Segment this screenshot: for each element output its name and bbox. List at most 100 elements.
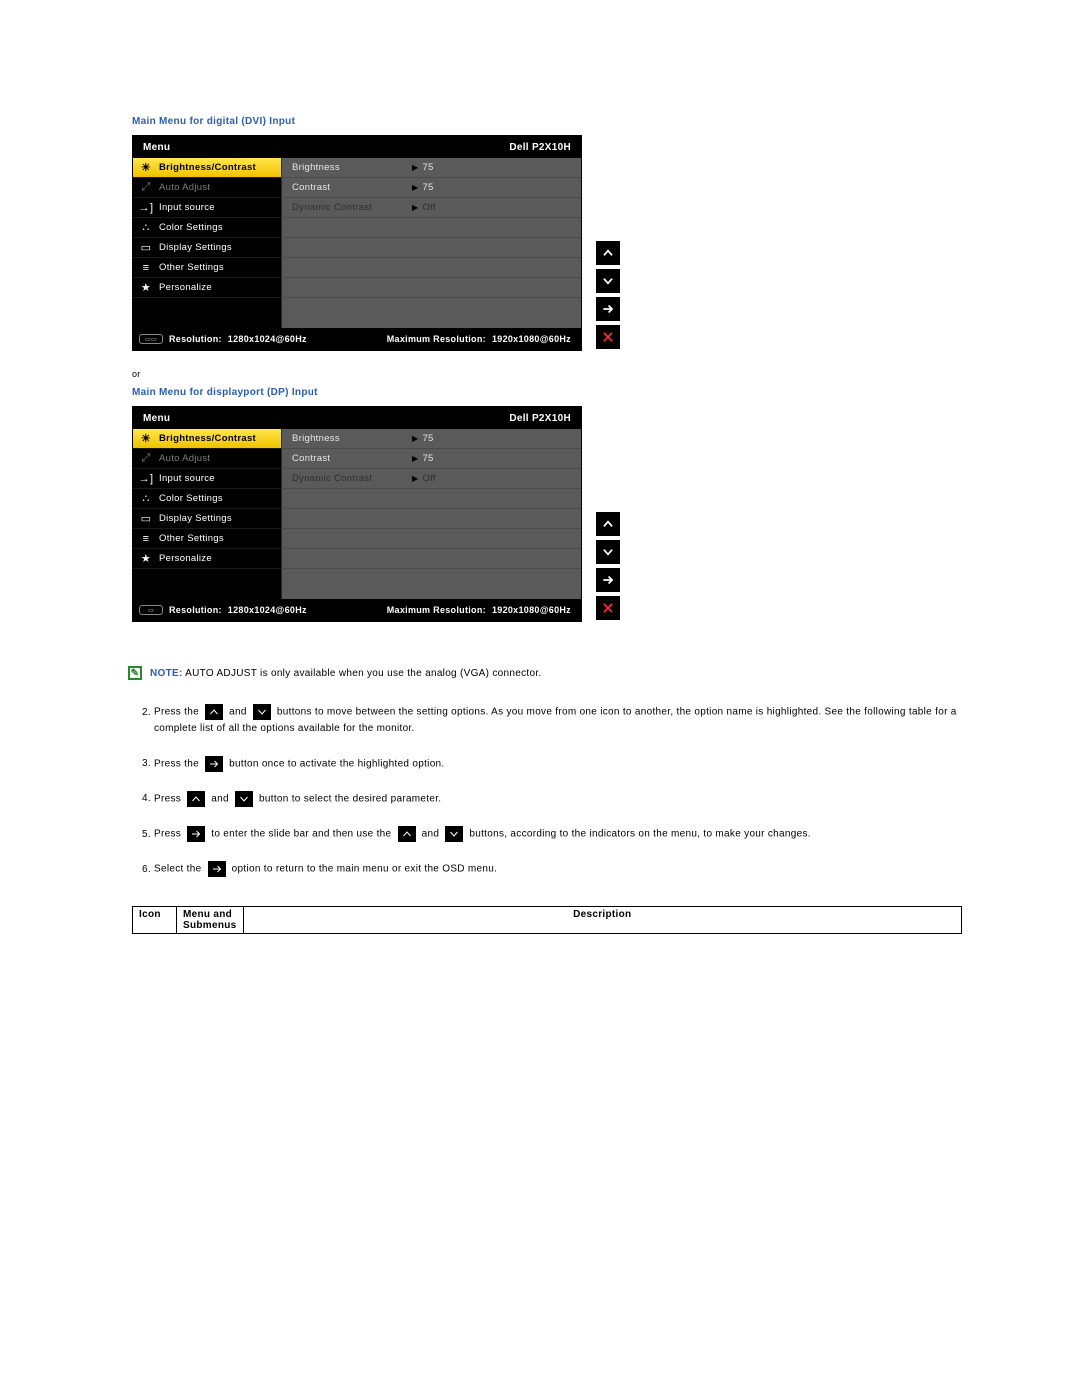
resolution-value: 1280x1024@60Hz [228,334,307,344]
osd-row-label: Dynamic Contrast [292,473,412,484]
osd-row-label: Contrast [292,453,412,464]
osd-item-label: Input source [159,473,215,484]
right-icon [208,861,226,877]
osd-item-personalize[interactable]: ★ Personalize [133,278,281,298]
auto-adjust-icon: ⤢ [139,181,153,195]
osd-item-other-settings[interactable]: ≡ Other Settings [133,258,281,278]
brightness-icon: ☀ [139,432,153,446]
osd-row-brightness[interactable]: Brightness ▶ 75 [282,158,581,178]
osd-item-display-settings[interactable]: ▭ Display Settings [133,509,281,529]
osd-row-contrast[interactable]: Contrast ▶ 75 [282,449,581,469]
osd-item-label: Color Settings [159,493,223,504]
right-icon [205,756,223,772]
input-source-icon: →] [139,472,153,486]
osd-row-label: Brightness [292,162,412,173]
osd-item-label: Color Settings [159,222,223,233]
color-settings-icon: ∴ [139,492,153,506]
osd-dvi: Menu Dell P2X10H ☀ Brightness/Contrast ⤢… [132,135,962,351]
osd-item-input-source[interactable]: →] Input source [133,198,281,218]
input-source-icon: →] [139,201,153,215]
step-text: and [211,793,229,804]
osd-titlebar: Menu Dell P2X10H [133,407,581,429]
osd-item-auto-adjust[interactable]: ⤢ Auto Adjust [133,178,281,198]
connector-badge: ▭ [139,605,163,615]
down-icon [253,704,271,720]
resolution-label: Resolution: [169,334,222,344]
triangle-icon: ▶ [412,454,418,463]
osd-row-value: 75 [422,162,433,173]
osd-row-dynamic-contrast[interactable]: Dynamic Contrast ▶ Off [282,469,581,489]
triangle-icon: ▶ [412,474,418,483]
osd-item-label: Auto Adjust [159,453,210,464]
osd-nav-buttons [596,135,620,351]
nav-up-button[interactable] [596,512,620,536]
heading-dp: Main Menu for displayport (DP) Input [132,387,962,398]
triangle-icon: ▶ [412,163,418,172]
step-text: Press the [154,707,199,718]
osd-item-color-settings[interactable]: ∴ Color Settings [133,489,281,509]
osd-row-label: Dynamic Contrast [292,202,412,213]
step-text: Press the [154,758,199,769]
up-icon [398,826,416,842]
description-table: Icon Menu and Submenus Description [132,906,962,934]
up-icon [187,791,205,807]
osd-row-dynamic-contrast[interactable]: Dynamic Contrast ▶Off [282,198,581,218]
osd-item-other-settings[interactable]: ≡ Other Settings [133,529,281,549]
note-icon: ✎ [128,666,142,680]
max-resolution-value: 1920x1080@60Hz [492,605,571,615]
osd-statusbar: ▭▭ Resolution: 1280x1024@60Hz Maximum Re… [133,328,581,350]
osd-item-brightness[interactable]: ☀ Brightness/Contrast [133,429,281,449]
osd-item-display-settings[interactable]: ▭ Display Settings [133,238,281,258]
nav-down-button[interactable] [596,269,620,293]
nav-close-button[interactable] [596,325,620,349]
color-settings-icon: ∴ [139,221,153,235]
nav-up-button[interactable] [596,241,620,265]
osd-item-auto-adjust[interactable]: ⤢ Auto Adjust [133,449,281,469]
osd-item-label: Input source [159,202,215,213]
step-5: Press to enter the slide bar and then us… [154,826,962,843]
personalize-icon: ★ [139,281,153,295]
note: ✎ NOTE: AUTO ADJUST is only available wh… [128,666,962,680]
step-text: to enter the slide bar and then use the [211,829,391,840]
resolution-label: Resolution: [169,605,222,615]
osd-row-brightness[interactable]: Brightness ▶75 [282,429,581,449]
osd-row-contrast[interactable]: Contrast ▶75 [282,178,581,198]
heading-dvi: Main Menu for digital (DVI) Input [132,116,962,127]
personalize-icon: ★ [139,552,153,566]
osd-panel: Menu Dell P2X10H ☀ Brightness/Contrast ⤢… [132,135,582,351]
osd-row-label: Brightness [292,433,412,444]
osd-item-label: Other Settings [159,533,224,544]
osd-item-brightness[interactable]: ☀ Brightness/Contrast [133,158,281,178]
osd-row-label: Contrast [292,182,412,193]
max-resolution-label: Maximum Resolution: [387,605,486,615]
max-resolution-label: Maximum Resolution: [387,334,486,344]
other-settings-icon: ≡ [139,532,153,546]
step-text: Press [154,829,181,840]
osd-item-label: Brightness/Contrast [159,162,256,173]
osd-row-value: 75 [422,182,433,193]
step-2: Press the and buttons to move between th… [154,704,962,738]
nav-enter-button[interactable] [596,297,620,321]
osd-model: Dell P2X10H [509,142,571,153]
osd-item-personalize[interactable]: ★ Personalize [133,549,281,569]
max-resolution-value: 1920x1080@60Hz [492,334,571,344]
osd-row-value: Off [422,473,435,484]
step-4: Press and button to select the desired p… [154,791,962,808]
osd-row-value: 75 [422,453,433,464]
osd-row-value: 75 [422,433,433,444]
nav-close-button[interactable] [596,596,620,620]
osd-titlebar: Menu Dell P2X10H [133,136,581,158]
osd-item-label: Personalize [159,282,212,293]
nav-down-button[interactable] [596,540,620,564]
osd-item-label: Auto Adjust [159,182,210,193]
auto-adjust-icon: ⤢ [139,452,153,466]
osd-item-label: Display Settings [159,242,232,253]
osd-item-label: Display Settings [159,513,232,524]
osd-right-pane: Brightness ▶ 75 Contrast ▶75 Dynamic Cont… [281,158,581,328]
osd-panel: Menu Dell P2X10H ☀ Brightness/Contrast ⤢… [132,406,582,622]
up-icon [205,704,223,720]
osd-item-color-settings[interactable]: ∴ Color Settings [133,218,281,238]
nav-enter-button[interactable] [596,568,620,592]
osd-item-label: Other Settings [159,262,224,273]
osd-item-input-source[interactable]: →] Input source [133,469,281,489]
